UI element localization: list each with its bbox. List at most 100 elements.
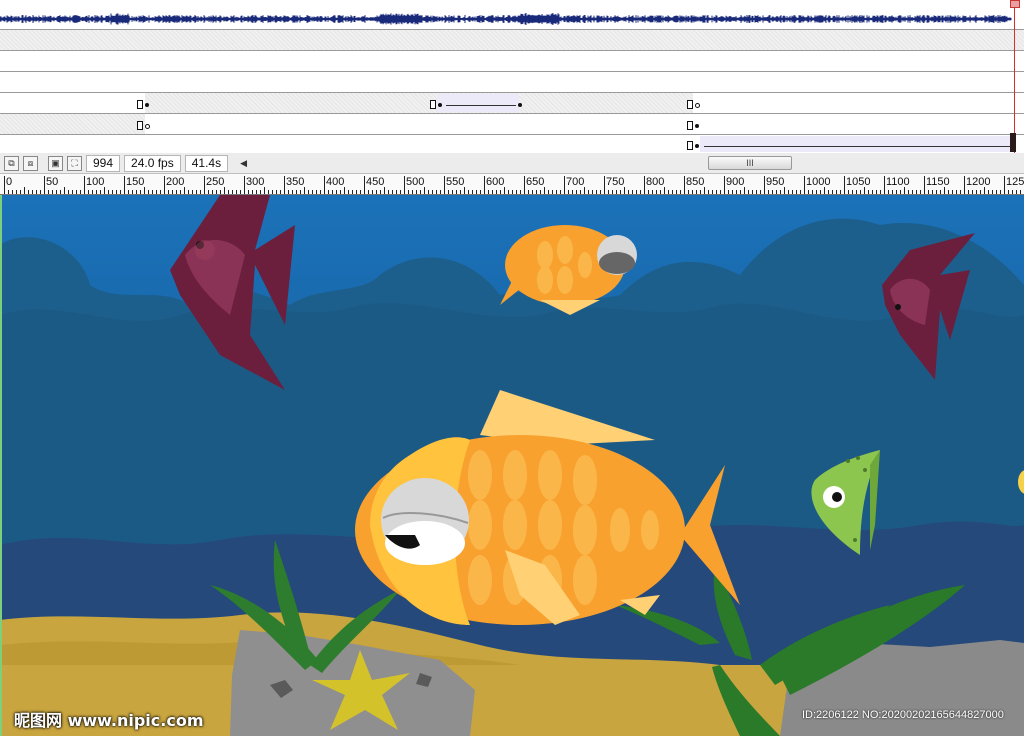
scroll-left-arrow-icon[interactable]: ◀ [240,158,247,169]
ruler-tick [640,190,641,194]
ruler-tick [104,187,105,194]
current-frame-field[interactable]: 994 [86,154,121,172]
stage-canvas[interactable] [0,195,1024,736]
ruler-tick [184,187,185,194]
ruler-tick [684,176,685,194]
keyframe[interactable] [695,124,699,128]
image-id-text: ID:2206122 NO:20200202165644827000 [802,709,1004,721]
ruler-tick [488,190,489,194]
timeline-layer-row[interactable] [0,135,1024,153]
frame-rate-field[interactable]: 24.0 fps [124,154,181,172]
ruler-tick [108,190,109,194]
ruler-tick [764,176,765,194]
ruler-tick [928,190,929,194]
ruler-tick [240,190,241,194]
ruler-tick [848,190,849,194]
onion-skin-button[interactable]: ⧉ [4,155,19,171]
onion-skin-outlines-button[interactable]: ⧈ [23,155,38,171]
timeline-scrollbar-thumb[interactable]: III [708,156,792,170]
ruler-tick [176,190,177,194]
keyframe-end-marker[interactable] [430,100,436,109]
ruler-label: 1200 [966,176,991,188]
ruler-tick [172,190,173,194]
ruler-tick [252,190,253,194]
keyframe[interactable] [518,103,522,107]
ruler-tick [40,190,41,194]
ruler-tick [88,190,89,194]
ruler-tick [896,190,897,194]
keyframe-end-marker[interactable] [687,141,693,150]
timeline-layer-audio[interactable] [0,0,1024,30]
ruler-tick [884,176,885,194]
ruler-tick [920,190,921,194]
timeline-layer-row[interactable] [0,30,1024,51]
ruler-tick [692,190,693,194]
timeline-panel[interactable] [0,0,1024,154]
ruler-tick [360,190,361,194]
ruler-tick [264,187,265,194]
ruler-tick [372,190,373,194]
ruler-tick [712,190,713,194]
keyframe[interactable] [145,103,149,107]
playhead-line[interactable] [1014,0,1015,153]
ruler-tick [572,190,573,194]
ruler-tick [236,190,237,194]
ruler-tick [48,190,49,194]
ruler-tick [352,190,353,194]
ruler-tick [676,190,677,194]
ruler-tick [748,190,749,194]
ruler-tick [972,190,973,194]
ruler-tick [892,190,893,194]
keyframe-end-marker[interactable] [137,121,143,130]
ruler-tick [864,187,865,194]
ruler-tick [220,190,221,194]
ruler-tick [660,190,661,194]
motion-tween-span[interactable] [700,136,1010,152]
timeline-layer-row[interactable] [0,93,1024,114]
ruler-tick [364,176,365,194]
ruler-tick [740,190,741,194]
modify-onion-markers-button[interactable]: ⛶ [67,155,82,171]
ruler-tick [668,190,669,194]
ruler-tick [528,190,529,194]
ruler-tick [940,190,941,194]
ruler-tick [776,190,777,194]
ruler-tick [56,190,57,194]
ruler-tick [112,190,113,194]
keyframe-end-marker[interactable] [687,100,693,109]
ruler-tick [1020,190,1021,194]
timeline-layer-row[interactable] [0,72,1024,93]
ruler-tick [132,190,133,194]
ruler-tick [212,190,213,194]
ruler-tick [140,190,141,194]
keyframe-end-marker[interactable] [137,100,143,109]
ruler-tick [716,190,717,194]
motion-tween-span[interactable] [437,94,519,112]
ruler-tick [816,190,817,194]
keyframe-end-marker[interactable] [687,121,693,130]
ruler-tick [276,190,277,194]
ruler-label: 1050 [846,176,871,188]
ruler-tick [700,190,701,194]
timeline-layer-row[interactable] [0,51,1024,72]
blank-keyframe[interactable] [145,124,150,129]
keyframe[interactable] [438,103,442,107]
ruler-tick [328,190,329,194]
edit-multiple-frames-button[interactable]: ▣ [48,155,63,171]
ruler-tick [304,187,305,194]
ruler-tick [904,187,905,194]
ruler-tick [836,190,837,194]
ruler-tick [200,190,201,194]
timeline-layer-row[interactable] [0,114,1024,135]
ruler-tick [12,190,13,194]
ruler-tick [208,190,209,194]
ruler-tick [196,190,197,194]
ruler-tick [772,190,773,194]
ruler-tick [1004,176,1005,194]
ruler-tick [156,190,157,194]
ruler-tick [796,190,797,194]
keyframe[interactable] [695,144,699,148]
ruler-label: 1150 [926,176,950,188]
playhead-handle[interactable] [1010,0,1020,8]
blank-keyframe[interactable] [695,103,700,108]
